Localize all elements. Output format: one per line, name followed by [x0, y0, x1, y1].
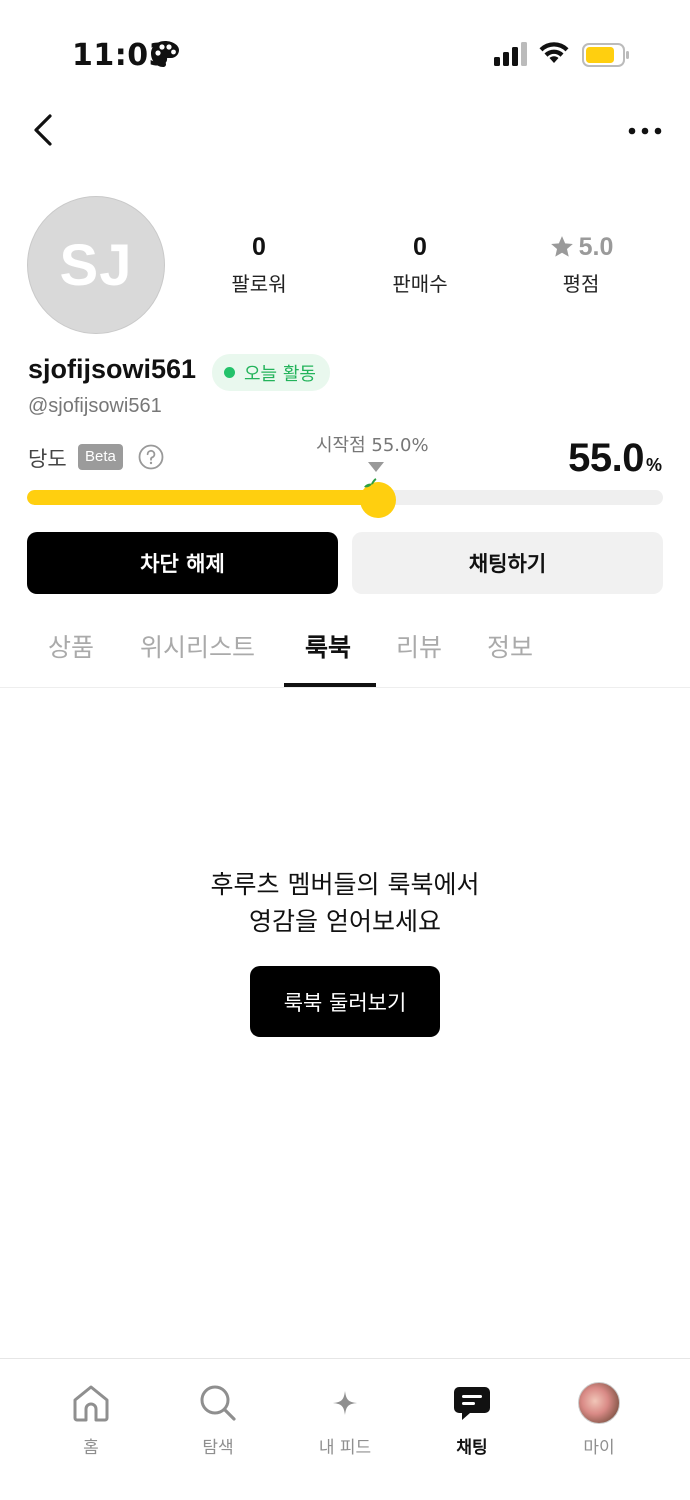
- palette-icon: [150, 40, 180, 72]
- username: sjofijsowi561: [28, 354, 197, 384]
- sweetness-number: 55.0: [568, 436, 644, 480]
- tab-reviews[interactable]: 리뷰: [396, 628, 442, 664]
- tab-lookbook[interactable]: 룩북: [305, 628, 351, 664]
- chevron-left-icon: [34, 114, 52, 146]
- sparkle-icon: [290, 1381, 400, 1425]
- tab-wishlist[interactable]: 위시리스트: [140, 628, 255, 664]
- home-icon: [36, 1381, 146, 1425]
- rating-value-wrap: 5.0: [549, 230, 614, 264]
- nav-chat-label: 채팅: [456, 1438, 488, 1458]
- back-button[interactable]: [26, 108, 66, 152]
- chat-button[interactable]: 채팅하기: [352, 532, 663, 594]
- followers-count: 0: [252, 233, 266, 261]
- wifi-icon: [538, 40, 570, 68]
- bottom-nav: 홈 탐색 내 피드 채팅 마이: [0, 1358, 690, 1500]
- battery-icon: [582, 43, 630, 71]
- nav-chat[interactable]: 채팅: [417, 1381, 527, 1458]
- sweetness-fill: [27, 490, 377, 505]
- empty-state-line2: 영감을 얻어보세요: [249, 907, 441, 936]
- browse-lookbook-button[interactable]: 룩북 둘러보기: [250, 966, 440, 1037]
- nav-my-feed[interactable]: 내 피드: [290, 1381, 400, 1458]
- beta-badge: Beta: [78, 444, 123, 470]
- more-dots-icon: [628, 127, 662, 135]
- help-icon[interactable]: [138, 444, 164, 474]
- sales-count: 0: [413, 233, 427, 261]
- start-point-marker: [368, 462, 384, 472]
- nav-explore[interactable]: 탐색: [163, 1381, 273, 1458]
- sweetness-unit: %: [645, 455, 662, 475]
- nav-my[interactable]: 마이: [544, 1381, 654, 1458]
- active-dot-icon: [224, 367, 235, 378]
- search-icon: [163, 1381, 273, 1425]
- activity-badge-label: 오늘 활동: [244, 363, 316, 385]
- sweetness-value: 55.0%: [568, 436, 662, 481]
- user-handle: @sjofijsowi561: [28, 395, 162, 417]
- sales-label: 판매수: [392, 272, 448, 296]
- empty-state-line1: 후루츠 멤버들의 룩북에서: [210, 870, 480, 899]
- tab-active-indicator: [284, 683, 376, 687]
- activity-badge: 오늘 활동: [212, 354, 330, 391]
- nav-home[interactable]: 홈: [36, 1381, 146, 1458]
- profile-tabs: 상품 위시리스트 룩북 리뷰 정보: [0, 614, 690, 688]
- nav-my-feed-label: 내 피드: [318, 1438, 372, 1458]
- rating-label: 평점: [562, 272, 600, 296]
- rating-value: 5.0: [578, 233, 614, 261]
- start-point-label: 시작점 55.0%: [316, 435, 429, 456]
- followers-label: 팔로워: [231, 272, 287, 296]
- profile-avatar-icon: [578, 1382, 620, 1424]
- sweetness-track: [27, 490, 663, 505]
- chat-icon: [417, 1381, 527, 1425]
- nav-explore-label: 탐색: [202, 1438, 234, 1458]
- followers-stat[interactable]: 0 팔로워: [189, 230, 329, 297]
- star-icon: [550, 236, 573, 257]
- more-options-button[interactable]: [620, 118, 670, 144]
- rating-stat[interactable]: 5.0 평점: [511, 230, 651, 297]
- tab-info[interactable]: 정보: [487, 628, 533, 664]
- profile-avatar: SJ: [27, 196, 165, 334]
- unblock-button[interactable]: 차단 해제: [27, 532, 338, 594]
- nav-home-label: 홈: [83, 1438, 99, 1458]
- sweetness-label: 당도: [28, 447, 67, 471]
- status-bar: 11:03: [0, 0, 690, 110]
- sales-stat[interactable]: 0 판매수: [350, 230, 490, 297]
- tab-products[interactable]: 상품: [48, 628, 94, 664]
- nav-my-label: 마이: [583, 1438, 615, 1458]
- signal-icon: [494, 42, 528, 70]
- avatar-initials: SJ: [59, 232, 133, 298]
- lemon-icon: [355, 474, 399, 524]
